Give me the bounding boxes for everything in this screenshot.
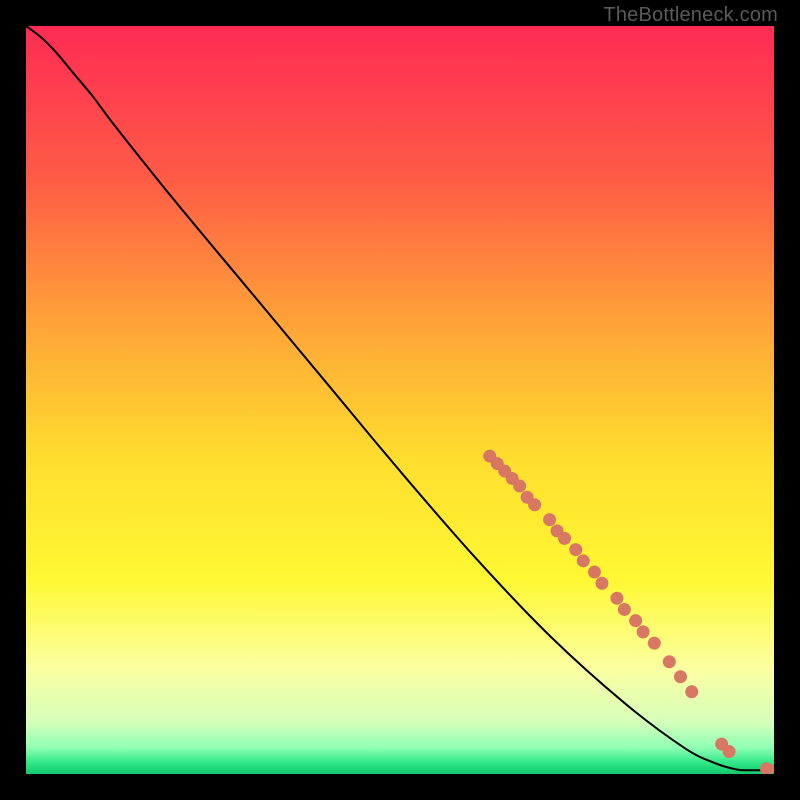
chart-marker xyxy=(637,625,650,638)
chart-marker xyxy=(528,498,541,511)
chart-marker xyxy=(595,577,608,590)
chart-marker xyxy=(648,637,661,650)
chart-marker xyxy=(558,532,571,545)
chart-marker xyxy=(569,543,582,556)
chart-marker xyxy=(685,685,698,698)
chart-marker xyxy=(618,603,631,616)
chart-marker xyxy=(577,554,590,567)
chart-stage: TheBottleneck.com xyxy=(0,0,800,800)
chart-background xyxy=(26,26,774,774)
chart-marker xyxy=(610,592,623,605)
chart-marker xyxy=(513,480,526,493)
chart-marker xyxy=(663,655,676,668)
chart-marker xyxy=(588,566,601,579)
chart-svg xyxy=(26,26,774,774)
chart-plot-area xyxy=(26,26,774,774)
chart-marker xyxy=(723,745,736,758)
chart-marker xyxy=(674,670,687,683)
chart-marker xyxy=(629,614,642,627)
chart-marker xyxy=(543,513,556,526)
watermark-text: TheBottleneck.com xyxy=(603,4,778,27)
